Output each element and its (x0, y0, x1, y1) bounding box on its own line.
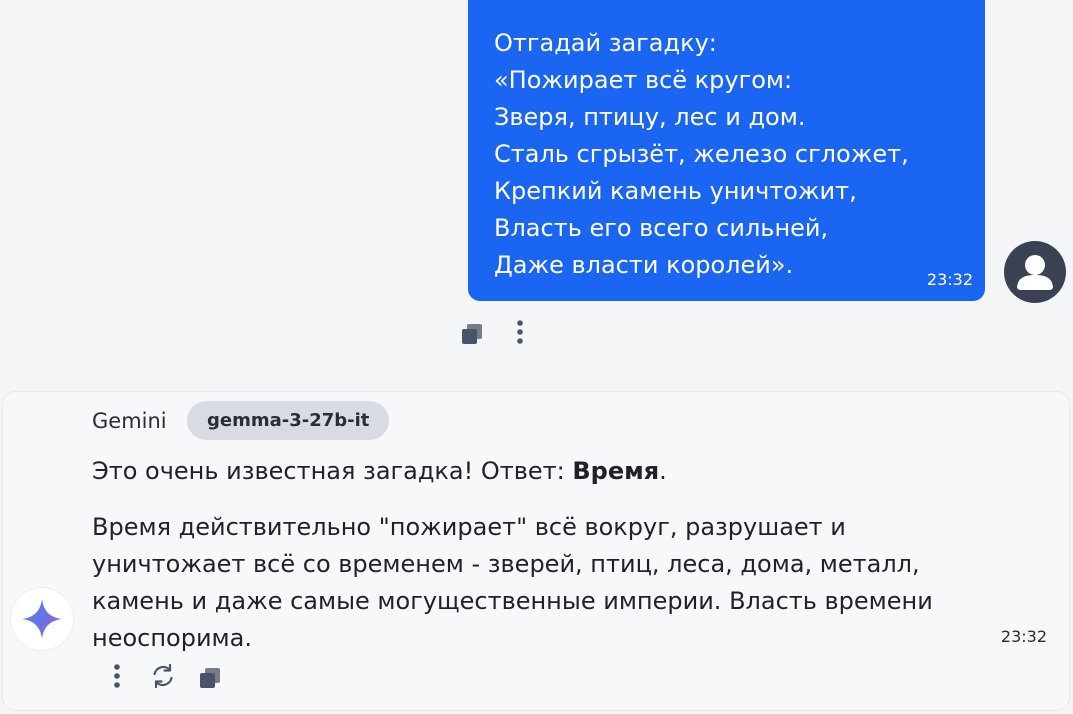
answer-line: Время действительно "пожирает" всё вокру… (92, 513, 846, 541)
assistant-message-timestamp: 23:32 (1000, 627, 1047, 646)
regenerate-icon[interactable] (149, 662, 177, 690)
gemini-sparkle-icon (11, 588, 73, 650)
user-avatar-icon (1004, 241, 1066, 303)
assistant-name: Gemini (92, 409, 167, 433)
model-badge[interactable]: gemma-3-27b-it (187, 401, 390, 440)
answer-keyword: Время (572, 457, 660, 485)
answer-body: Время действительно "пожирает" всё вокру… (92, 509, 992, 657)
answer-intro-suffix: . (659, 457, 667, 485)
user-message-line: Крепкий камень уничтожит, (494, 177, 857, 205)
copy-icon[interactable] (458, 320, 486, 348)
assistant-message-actions (99, 662, 239, 694)
answer-intro-text: Это очень известная загадка! Ответ: (92, 457, 573, 485)
answer-line: уничтожает всё со временем - зверей, пти… (92, 550, 920, 578)
user-message-line: Сталь сгрызёт, железо сгложет, (494, 140, 909, 168)
user-message-line: Отгадай загадку: (494, 29, 717, 57)
answer-intro: Это очень известная загадка! Ответ: Врем… (92, 457, 667, 485)
user-message-line: Власть его всего сильней, (494, 214, 829, 242)
user-message-line: «Пожирает всё кругом: (494, 66, 793, 94)
user-message-bubble: Отгадай загадку: «Пожирает всё кругом: З… (468, 0, 985, 301)
answer-line: неоспорима. (92, 624, 252, 652)
assistant-message-card: Gemini gemma-3-27b-it Это очень известна… (2, 391, 1070, 711)
more-vertical-icon[interactable] (103, 662, 131, 690)
user-message-line: Зверя, птицу, лес и дом. (494, 103, 806, 131)
answer-line: камень и даже самые могущественные импер… (92, 587, 933, 615)
more-vertical-icon[interactable] (506, 318, 534, 346)
user-message-timestamp: 23:32 (926, 270, 973, 289)
copy-icon[interactable] (196, 664, 224, 692)
user-message-line: Даже власти королей». (494, 251, 794, 279)
